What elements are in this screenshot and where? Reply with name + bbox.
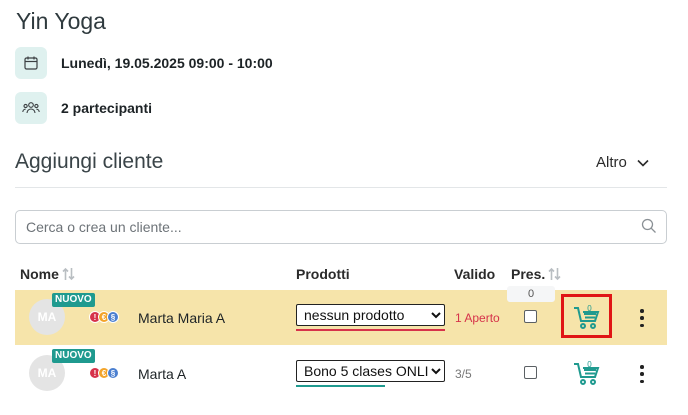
lesson-datetime-row: Lunedì, 19.05.2025 09:00 - 10:00 xyxy=(15,47,273,79)
client-search xyxy=(15,210,667,244)
search-input[interactable] xyxy=(26,212,626,242)
product-usage-bar xyxy=(296,385,385,387)
cart-icon: 0 xyxy=(574,304,600,329)
row-menu-button[interactable] xyxy=(637,365,647,383)
lesson-participants: 2 partecipanti xyxy=(61,100,153,116)
lesson-datetime: Lunedì, 19.05.2025 09:00 - 10:00 xyxy=(61,55,273,71)
search-icon[interactable] xyxy=(641,218,657,234)
add-client-title: Aggiungi cliente xyxy=(15,150,164,173)
svg-text:0: 0 xyxy=(587,360,592,369)
column-header-products: Prodotti xyxy=(296,266,350,282)
validity-status: 1 Aperto xyxy=(455,311,500,325)
people-icon xyxy=(15,92,47,124)
column-header-valid: Valido xyxy=(454,266,496,282)
add-to-cart-button[interactable]: 0 xyxy=(569,301,605,333)
presence-checkbox[interactable] xyxy=(524,366,537,379)
kebab-menu-icon xyxy=(640,365,644,369)
product-select[interactable]: Bono 5 clases ONLINE xyxy=(296,360,445,382)
column-header-name[interactable]: Nome xyxy=(20,266,75,282)
info-icon: § xyxy=(107,311,119,323)
info-icon: § xyxy=(107,367,119,379)
add-to-cart-button[interactable]: 0 xyxy=(569,357,605,389)
kebab-menu-icon xyxy=(640,309,644,313)
svg-text:0: 0 xyxy=(587,304,592,313)
new-client-badge: NUOVO xyxy=(52,293,95,307)
cart-icon: 0 xyxy=(574,360,600,385)
lesson-participants-row: 2 partecipanti xyxy=(15,92,152,124)
client-name[interactable]: Marta A xyxy=(138,366,186,382)
status-dots[interactable]: ! € § xyxy=(89,311,119,323)
row-menu-button[interactable] xyxy=(637,309,647,327)
product-status-bar xyxy=(296,329,445,331)
chevron-down-icon xyxy=(637,159,649,167)
presence-count: 0 xyxy=(507,286,555,302)
validity-status: 3/5 xyxy=(455,367,472,381)
status-dots[interactable]: ! € § xyxy=(89,367,119,379)
product-select-wrap: Bono 5 clases ONLINE xyxy=(296,360,445,387)
column-header-presence[interactable]: Pres. xyxy=(511,266,561,282)
sort-icon[interactable] xyxy=(548,267,561,281)
more-dropdown[interactable]: Altro xyxy=(596,154,649,171)
product-select[interactable]: nessun prodotto xyxy=(296,304,445,326)
sort-icon[interactable] xyxy=(62,267,75,281)
more-dropdown-label: Altro xyxy=(596,154,627,171)
new-client-badge: NUOVO xyxy=(52,349,95,363)
calendar-icon xyxy=(15,47,47,79)
presence-checkbox[interactable] xyxy=(524,310,537,323)
client-name[interactable]: Marta Maria A xyxy=(138,310,225,326)
lesson-title: Yin Yoga xyxy=(16,8,106,34)
section-divider xyxy=(15,187,667,188)
product-select-wrap: nessun prodotto xyxy=(296,304,445,331)
